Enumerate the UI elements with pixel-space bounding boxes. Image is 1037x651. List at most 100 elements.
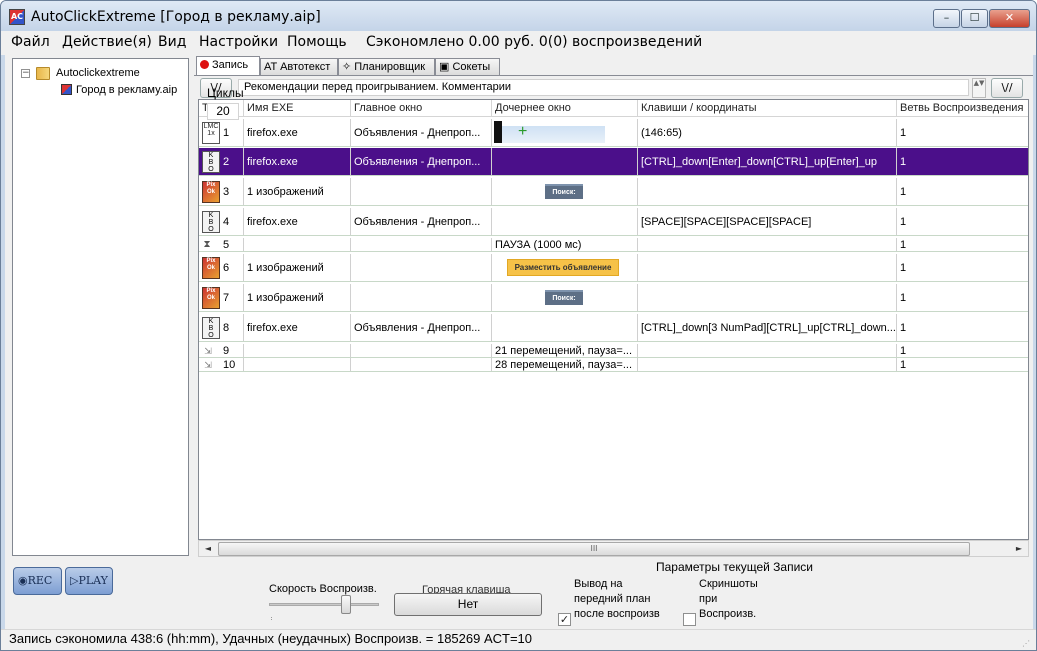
cell-exe[interactable]: firefox.exe (244, 314, 351, 341)
rec-button[interactable]: ◉REC (13, 567, 62, 595)
cell-main-window[interactable]: Объявления - Днепроп... (351, 148, 492, 175)
cell-type[interactable]: ⇲ 9 (199, 344, 244, 357)
table-row[interactable]: LMC 1x 1 firefox.exe Объявления - Днепроп..… (199, 119, 1028, 147)
tab-record[interactable]: Запись (196, 56, 260, 76)
cell-branch[interactable]: 1 (897, 358, 1028, 371)
cell-main-window[interactable]: Объявления - Днепроп... (351, 119, 492, 146)
table-row[interactable]: Pix Ok 6 1 изображений Разместить объявлени… (199, 254, 1028, 282)
cell-type[interactable]: Pix Ok 7 (199, 284, 244, 311)
table-row[interactable]: K B O 8 firefox.exe Объявления - Днепроп...… (199, 314, 1028, 342)
cell-child-window[interactable]: Поиск: (492, 284, 638, 311)
cell-main-window[interactable]: Объявления - Днепроп... (351, 208, 492, 235)
cell-main-window[interactable] (351, 238, 492, 251)
comment-field[interactable]: Рекомендации перед проигрыванием. Коммен… (238, 79, 969, 96)
table-row[interactable]: Pix Ok 7 1 изображений Поиск: 1 (199, 284, 1028, 312)
cell-keys[interactable] (638, 254, 897, 281)
table-row[interactable]: ⇲ 9 21 перемещений, пауза=... 1 (199, 344, 1028, 358)
table-row[interactable]: Pix Ok 3 1 изображений Поиск: 1 (199, 178, 1028, 206)
cell-type[interactable]: LMC 1x 1 (199, 119, 244, 146)
speed-slider-thumb[interactable] (341, 595, 351, 614)
scroll-right-icon[interactable]: ► (1012, 542, 1026, 556)
header-exe[interactable]: Имя EXE (244, 100, 351, 117)
cell-exe[interactable]: firefox.exe (244, 148, 351, 175)
cell-keys[interactable] (638, 358, 897, 371)
hotkey-button[interactable]: Нет (394, 593, 542, 616)
collapse-right-button[interactable]: \// (991, 78, 1023, 98)
cell-branch[interactable]: 1 (897, 119, 1028, 146)
cell-exe[interactable]: 1 изображений (244, 178, 351, 205)
cell-keys[interactable]: (146:65) (638, 119, 897, 146)
table-row[interactable]: K B O 4 firefox.exe Объявления - Днепроп...… (199, 208, 1028, 236)
close-button[interactable]: ✕ (989, 9, 1030, 28)
cell-exe[interactable]: 1 изображений (244, 284, 351, 311)
tree-root-item[interactable]: Autoclickextreme (56, 65, 140, 81)
cell-child-window[interactable] (492, 148, 638, 175)
cell-main-window[interactable] (351, 284, 492, 311)
cell-type[interactable]: K B O8 (199, 314, 244, 341)
minimize-button[interactable]: – (933, 9, 960, 28)
cell-type[interactable]: ⧗ 5 (199, 238, 244, 251)
header-keys[interactable]: Клавиши / координаты (638, 100, 897, 117)
cell-child-window[interactable]: Разместить объявление (492, 254, 638, 281)
cell-keys[interactable] (638, 238, 897, 251)
table-row[interactable]: ⧗ 5 ПАУЗА (1000 мс) 1 (199, 238, 1028, 252)
cell-exe[interactable] (244, 238, 351, 251)
header-child-window[interactable]: Дочернее окно (492, 100, 638, 117)
cell-type[interactable]: K B O4 (199, 208, 244, 235)
foreground-checkbox[interactable]: ✓ (558, 613, 571, 626)
tree-expander-icon[interactable]: − (21, 69, 30, 78)
cell-keys[interactable] (638, 178, 897, 205)
cell-branch[interactable]: 1 (897, 238, 1028, 251)
cell-exe[interactable]: firefox.exe (244, 119, 351, 146)
cell-keys[interactable]: [CTRL]_down[3 NumPad][CTRL]_up[CTRL]_dow… (638, 314, 897, 341)
tab-autotext[interactable]: AT Автотекст (260, 58, 338, 75)
cell-main-window[interactable] (351, 178, 492, 205)
scroll-thumb[interactable]: III (218, 542, 970, 556)
cell-keys[interactable] (638, 284, 897, 311)
cell-child-window[interactable]: 21 перемещений, пауза=... (492, 344, 638, 357)
cell-child-window[interactable] (492, 314, 638, 341)
cell-type[interactable]: K B O2 (199, 148, 244, 175)
cell-exe[interactable] (244, 358, 351, 371)
comment-spin-icon[interactable]: ▲▼ (972, 78, 986, 98)
cell-branch[interactable]: 1 (897, 284, 1028, 311)
menu-action[interactable]: Действие(я) (62, 34, 152, 50)
table-row[interactable]: K B O 2 firefox.exe Объявления - Днепроп...… (199, 148, 1028, 176)
cell-keys[interactable]: [SPACE][SPACE][SPACE][SPACE] (638, 208, 897, 235)
cell-child-window[interactable] (492, 208, 638, 235)
tab-scheduler[interactable]: ✧ Планировщик (338, 58, 435, 75)
cell-exe[interactable] (244, 344, 351, 357)
cell-main-window[interactable] (351, 344, 492, 357)
header-main-window[interactable]: Главное окно (351, 100, 492, 117)
cell-type[interactable]: Pix Ok 3 (199, 178, 244, 205)
table-row[interactable]: ⇲ 10 28 перемещений, пауза=... 1 (199, 358, 1028, 372)
cell-main-window[interactable]: Объявления - Днепроп... (351, 314, 492, 341)
cycles-input[interactable]: 20 (207, 103, 239, 120)
maximize-button[interactable]: ☐ (961, 9, 988, 28)
cell-branch[interactable]: 1 (897, 148, 1028, 175)
cell-type[interactable]: ⇲ 10 (199, 358, 244, 371)
scroll-left-icon[interactable]: ◄ (201, 542, 215, 556)
tree-file-item[interactable]: Город в рекламу.aip (76, 82, 177, 98)
cell-branch[interactable]: 1 (897, 314, 1028, 341)
actions-grid[interactable]: Тип д... Имя EXE Главное окно Дочернее о… (198, 99, 1029, 540)
cell-child-window[interactable]: 28 перемещений, пауза=... (492, 358, 638, 371)
cell-main-window[interactable] (351, 358, 492, 371)
cell-main-window[interactable] (351, 254, 492, 281)
cell-keys[interactable]: [CTRL]_down[Enter]_down[CTRL]_up[Enter]_… (638, 148, 897, 175)
cell-branch[interactable]: 1 (897, 344, 1028, 357)
cell-exe[interactable]: 1 изображений (244, 254, 351, 281)
menu-help[interactable]: Помощь (287, 34, 347, 50)
horizontal-scrollbar[interactable]: ◄ III ► (198, 540, 1029, 557)
cell-child-window[interactable]: ПАУЗА (1000 мс) (492, 238, 638, 251)
cell-branch[interactable]: 1 (897, 178, 1028, 205)
cell-child-window[interactable]: + (492, 119, 638, 146)
project-tree[interactable]: − Autoclickextreme Город в рекламу.aip (12, 58, 189, 556)
menu-file[interactable]: Файл (11, 34, 50, 50)
cell-branch[interactable]: 1 (897, 208, 1028, 235)
cell-exe[interactable]: firefox.exe (244, 208, 351, 235)
header-branch[interactable]: Ветвь Воспроизведения (897, 100, 1028, 117)
resize-grip-icon[interactable]: ⋰ (1022, 639, 1032, 649)
tab-sockets[interactable]: ▣ Сокеты (435, 58, 500, 75)
play-button[interactable]: ▷PLAY (65, 567, 113, 595)
